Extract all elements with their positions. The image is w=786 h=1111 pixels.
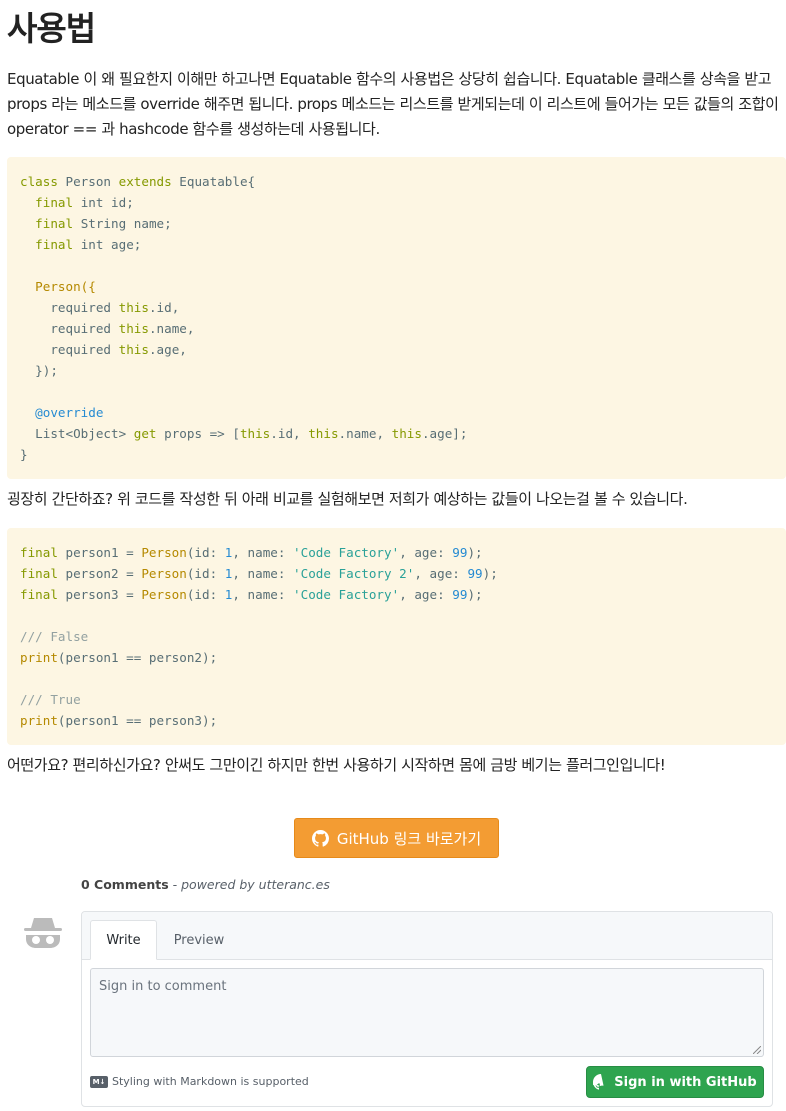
sign-in-label: Sign in with GitHub [614,1074,757,1090]
powered-by: - powered by utteranc.es [168,877,330,892]
sign-in-github-button[interactable]: Sign in with GitHub [586,1066,764,1098]
tab-write[interactable]: Write [90,920,157,960]
github-link-label: GitHub 링크 바로가기 [336,829,482,848]
test-paragraph: 굉장히 간단하죠? 위 코드를 작성한 뒤 아래 비교를 실험해보면 저희가 예… [7,490,688,508]
github-link-button[interactable]: GitHub 링크 바로가기 [294,818,499,858]
code-block-usage: final person1 = Person(id: 1, name: 'Cod… [7,528,786,745]
markdown-icon: M↓ [90,1075,108,1088]
markdown-note-text: Styling with Markdown is supported [112,1075,309,1088]
comment-placeholder: Sign in to comment [99,979,227,994]
comment-tabs: Write Preview [82,912,772,960]
resize-handle-icon[interactable] [753,1046,761,1054]
code-block-class: class Person extends Equatable{ final in… [7,157,786,479]
comments-header: 0 Comments - powered by utteranc.es [81,877,330,892]
anonymous-avatar-icon [24,918,62,948]
comment-box: Write Preview Sign in to comment M↓ Styl… [81,911,773,1107]
intro-paragraph: Equatable 이 왜 필요한지 이해만 하고나면 Equatable 함수… [7,70,779,138]
github-icon [593,1074,604,1090]
comment-count: 0 Comments [81,877,169,892]
section-title: 사용법 [7,9,96,48]
markdown-note: M↓ Styling with Markdown is supported [90,1075,309,1088]
github-icon [311,829,329,847]
closing-paragraph: 어떤가요? 편리하신가요? 안써도 그만이긴 하지만 한번 사용하기 시작하면 … [7,756,666,774]
comment-input[interactable]: Sign in to comment [90,968,764,1057]
tab-preview[interactable]: Preview [164,920,234,960]
